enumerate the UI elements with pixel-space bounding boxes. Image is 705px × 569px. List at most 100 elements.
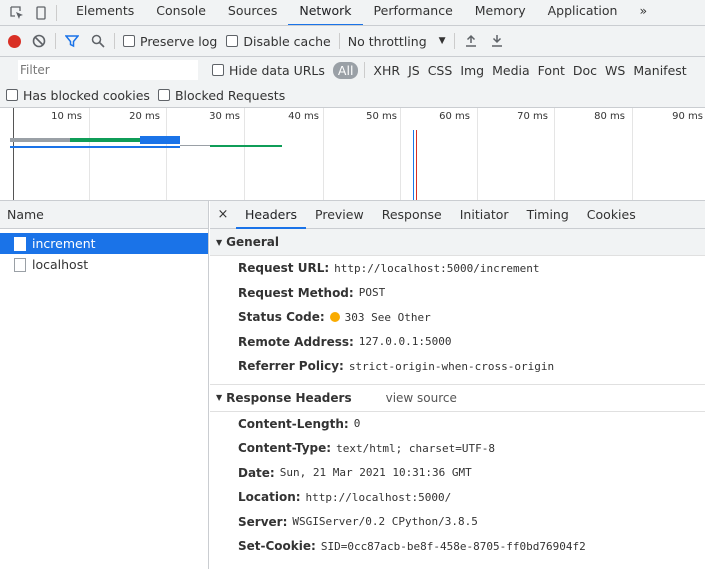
document-icon — [14, 236, 26, 251]
filter-type-font[interactable]: Font — [538, 63, 565, 78]
header-value: SID=0cc87acb-be8f-458e-8705-ff0bd76904f2 — [320, 539, 586, 553]
clear-icon[interactable] — [31, 33, 47, 49]
request-row-increment[interactable]: increment — [0, 233, 208, 254]
header-key: Content-Length: — [238, 416, 349, 431]
tab-headers[interactable]: Headers — [236, 201, 307, 229]
header-row: Status Code: 303 See Other — [210, 305, 705, 330]
header-key: Remote Address: — [238, 334, 354, 349]
header-key: Server: — [238, 514, 288, 529]
tab-console[interactable]: Console — [145, 0, 217, 25]
tab-elements[interactable]: Elements — [65, 0, 145, 25]
header-row: Referrer Policy: strict-origin-when-cros… — [210, 354, 705, 379]
tab-timing[interactable]: Timing — [518, 201, 578, 229]
general-section-header[interactable]: ▼ General — [210, 229, 705, 256]
header-row: Content-Length: 0 — [210, 412, 705, 437]
filter-type-all[interactable]: All — [332, 61, 359, 79]
header-row: Remote Address: 127.0.0.1:5000 — [210, 330, 705, 355]
timing-bar-download — [210, 145, 282, 147]
tab-memory[interactable]: Memory — [464, 0, 537, 25]
checkbox-box[interactable] — [212, 64, 224, 76]
detail-tab-bar: × Headers Preview Response Initiator Tim… — [210, 201, 705, 229]
request-name: increment — [32, 236, 96, 251]
header-value: Sun, 21 Mar 2021 10:31:36 GMT — [279, 466, 472, 480]
chevron-down-icon: ▼ — [438, 36, 446, 46]
timeline-start-marker — [13, 108, 14, 200]
devtools-tab-bar: Elements Console Sources Network Perform… — [0, 0, 705, 26]
filter-icon[interactable] — [64, 33, 80, 49]
export-har-icon[interactable] — [489, 33, 505, 49]
timing-bar-outline — [10, 146, 180, 148]
filter-type-doc[interactable]: Doc — [573, 63, 597, 78]
checkbox-box[interactable] — [6, 89, 18, 101]
timing-bar-waiting — [180, 145, 210, 146]
tick-label: 70 ms — [517, 111, 548, 122]
device-toolbar-icon[interactable] — [34, 5, 48, 20]
load-event-marker — [416, 130, 417, 200]
filter-type-manifest[interactable]: Manifest — [633, 63, 686, 78]
tick-label: 30 ms — [209, 111, 240, 122]
hide-data-urls-checkbox[interactable]: Hide data URLs — [212, 63, 325, 78]
header-row: Request Method: POST — [210, 281, 705, 306]
has-blocked-cookies-checkbox[interactable]: Has blocked cookies — [6, 88, 150, 103]
header-key: Date: — [238, 465, 275, 480]
section-title: General — [226, 235, 279, 249]
filter-type-ws[interactable]: WS — [605, 63, 625, 78]
tick-label: 60 ms — [439, 111, 470, 122]
search-icon[interactable] — [90, 33, 106, 49]
view-source-link[interactable]: view source — [386, 391, 457, 405]
filter-type-js[interactable]: JS — [408, 63, 420, 78]
header-row: Content-Type: text/html; charset=UTF-8 — [210, 436, 705, 461]
timeline-gridline — [166, 108, 167, 200]
blocked-requests-checkbox[interactable]: Blocked Requests — [157, 87, 286, 103]
name-column-header[interactable]: Name — [0, 201, 208, 229]
inspect-element-icon[interactable] — [10, 5, 24, 20]
more-tabs-button[interactable]: » — [628, 0, 658, 25]
tick-label: 90 ms — [672, 111, 703, 122]
header-row: Request URL: http://localhost:5000/incre… — [210, 256, 705, 281]
tab-preview[interactable]: Preview — [306, 201, 373, 229]
timeline-gridline — [89, 108, 90, 200]
response-headers-section-header[interactable]: ▼ Response Headers view source — [210, 385, 705, 412]
tab-sources[interactable]: Sources — [217, 0, 288, 25]
blocked-requests-label: Blocked Requests — [174, 87, 286, 103]
import-har-icon[interactable] — [463, 33, 479, 49]
document-icon — [14, 257, 26, 272]
filter-type-media[interactable]: Media — [492, 63, 530, 78]
caret-down-icon: ▼ — [216, 393, 223, 402]
close-icon[interactable]: × — [210, 207, 236, 222]
request-row-localhost[interactable]: localhost — [0, 254, 208, 275]
tab-initiator[interactable]: Initiator — [451, 201, 518, 229]
tab-performance[interactable]: Performance — [363, 0, 464, 25]
tick-label: 10 ms — [51, 111, 82, 122]
request-list: Name increment localhost — [0, 201, 209, 569]
tab-response[interactable]: Response — [373, 201, 451, 229]
tab-network[interactable]: Network — [288, 0, 363, 25]
header-value: 127.0.0.1:5000 — [358, 335, 452, 349]
tick-label: 80 ms — [594, 111, 625, 122]
record-button[interactable] — [8, 34, 21, 48]
checkbox-box[interactable] — [157, 89, 170, 101]
filter-type-img[interactable]: Img — [460, 63, 484, 78]
hide-data-urls-label: Hide data URLs — [229, 62, 325, 78]
filter-input[interactable] — [18, 60, 198, 80]
header-row: Server: WSGIServer/0.2 CPython/3.8.5 — [210, 510, 705, 535]
tab-application[interactable]: Application — [537, 0, 629, 25]
timeline-gridline — [554, 108, 555, 200]
disable-cache-checkbox[interactable]: Disable cache — [226, 34, 331, 49]
filter-type-css[interactable]: CSS — [428, 63, 453, 78]
request-name: localhost — [32, 257, 89, 272]
preserve-log-checkbox[interactable]: Preserve log — [123, 34, 217, 49]
timeline-gridline — [323, 108, 324, 200]
checkbox-box[interactable] — [226, 35, 239, 47]
tick-label: 40 ms — [288, 111, 319, 122]
throttling-select[interactable]: No throttling ▼ — [348, 34, 446, 49]
request-detail-panel: × Headers Preview Response Initiator Tim… — [210, 201, 705, 569]
checkbox-box[interactable] — [123, 35, 135, 47]
header-value: text/html; charset=UTF-8 — [336, 441, 496, 455]
network-overview-timeline[interactable]: 10 ms 20 ms 30 ms 40 ms 50 ms 60 ms 70 m… — [0, 108, 705, 201]
tab-cookies[interactable]: Cookies — [578, 201, 645, 229]
header-key: Request URL: — [238, 261, 330, 276]
header-value: WSGIServer/0.2 CPython/3.8.5 — [292, 515, 478, 529]
header-key: Status Code: — [238, 310, 325, 325]
filter-type-xhr[interactable]: XHR — [373, 63, 400, 78]
